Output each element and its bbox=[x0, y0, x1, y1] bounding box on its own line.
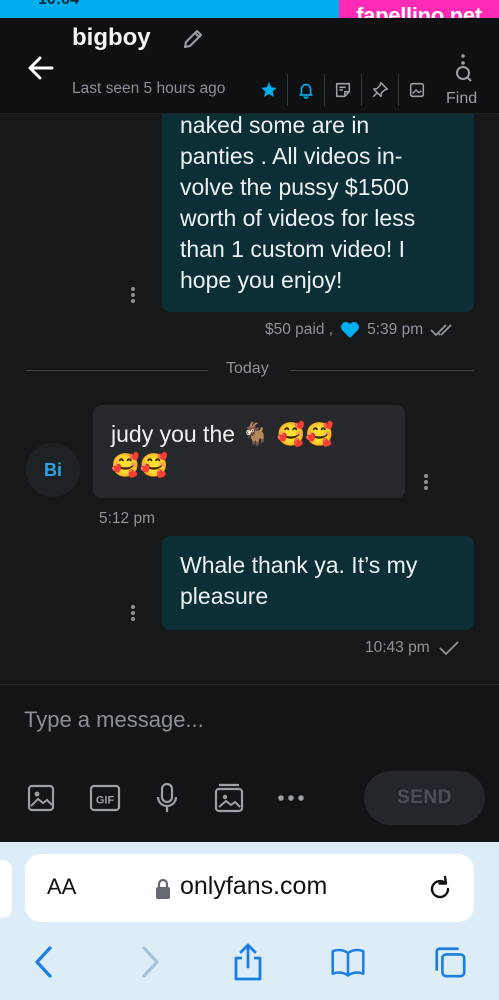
media-button[interactable] bbox=[398, 74, 435, 106]
send-button[interactable]: SEND bbox=[364, 771, 485, 825]
avatar[interactable]: Bi bbox=[26, 443, 80, 497]
incoming-message[interactable]: judy you the 🐐 🥰🥰 🥰🥰 bbox=[93, 405, 405, 498]
microphone-icon bbox=[156, 782, 178, 812]
browser-back-button[interactable] bbox=[26, 942, 62, 982]
search-icon bbox=[456, 54, 472, 82]
tabs-button[interactable] bbox=[432, 942, 468, 982]
outgoing-message[interactable]: naked some are in panties . All videos i… bbox=[162, 114, 474, 312]
message-time: 5:12 pm bbox=[99, 510, 156, 527]
find-label: Find bbox=[446, 90, 478, 107]
message-list[interactable]: naked some are in panties . All videos i… bbox=[0, 114, 499, 684]
message-line: naked some are in bbox=[180, 114, 370, 138]
tabs-icon bbox=[435, 947, 466, 978]
attach-image-button[interactable] bbox=[24, 781, 58, 815]
double-check-icon bbox=[430, 324, 452, 337]
chevron-right-icon bbox=[142, 946, 159, 978]
message-meta: 10:43 pm bbox=[365, 639, 462, 657]
back-button[interactable] bbox=[22, 48, 62, 88]
message-line: judy you the 🐐 🥰🥰 bbox=[111, 421, 334, 447]
message-line: Whale thank ya. It’s my bbox=[180, 552, 418, 578]
note-icon bbox=[335, 82, 351, 98]
reload-icon[interactable] bbox=[425, 874, 455, 904]
browser-forward-button[interactable] bbox=[132, 942, 168, 982]
bookmarks-button[interactable] bbox=[330, 942, 366, 982]
adjacent-tab-peek[interactable] bbox=[0, 860, 12, 918]
lock-icon bbox=[156, 878, 170, 899]
address-bar[interactable]: AA onlyfans.com bbox=[25, 854, 474, 922]
vault-button[interactable] bbox=[212, 781, 246, 815]
message-line: volve the pussy $1500 bbox=[180, 174, 409, 200]
reader-options-button[interactable]: AA bbox=[47, 874, 76, 900]
star-icon bbox=[260, 82, 277, 97]
url-text[interactable]: onlyfans.com bbox=[180, 872, 327, 901]
message-line: hope you enjoy! bbox=[180, 267, 343, 293]
voice-message-button[interactable] bbox=[150, 781, 184, 815]
message-options-icon[interactable] bbox=[419, 472, 433, 494]
check-icon bbox=[439, 641, 459, 656]
more-icon bbox=[278, 795, 304, 801]
bell-icon bbox=[299, 83, 313, 99]
share-icon bbox=[234, 943, 262, 981]
chat-header: bigboy Last seen 5 hours ago Find bbox=[0, 18, 499, 114]
message-line: than 1 custom video! I bbox=[180, 236, 406, 262]
paid-label: $50 paid , bbox=[265, 321, 334, 338]
message-line: 🥰🥰 bbox=[111, 452, 169, 478]
message-meta: $50 paid , 5:39 pm bbox=[265, 320, 459, 340]
image-icon bbox=[27, 784, 55, 812]
book-icon bbox=[331, 948, 365, 977]
reader-options-label: AA bbox=[47, 874, 77, 899]
notifications-button[interactable] bbox=[287, 74, 324, 106]
message-line: pleasure bbox=[180, 583, 269, 609]
gif-icon: GIF bbox=[89, 784, 121, 812]
message-options-icon[interactable] bbox=[126, 285, 140, 307]
message-line: worth of videos for less bbox=[180, 205, 416, 231]
image-icon bbox=[409, 82, 425, 98]
message-time: 5:39 pm bbox=[367, 321, 424, 338]
gif-button[interactable]: GIF bbox=[88, 781, 122, 815]
pin-button[interactable] bbox=[361, 74, 398, 106]
status-time: 10:04 bbox=[38, 0, 79, 9]
header-actions bbox=[250, 74, 435, 106]
chat-name[interactable]: bigboy bbox=[72, 24, 151, 52]
pin-icon bbox=[372, 82, 388, 98]
message-time: 10:43 pm bbox=[365, 639, 430, 656]
browser-toolbar: AA onlyfans.com bbox=[0, 842, 499, 1000]
chevron-left-icon bbox=[35, 946, 52, 978]
svg-text:GIF: GIF bbox=[96, 795, 115, 807]
heart-icon bbox=[341, 322, 360, 338]
message-line: panties . All videos in- bbox=[180, 143, 403, 169]
gallery-icon bbox=[214, 783, 244, 813]
more-options-button[interactable] bbox=[274, 781, 308, 815]
outgoing-message[interactable]: Whale thank ya. It’s my pleasure bbox=[162, 536, 474, 630]
edit-pencil-icon[interactable] bbox=[180, 26, 206, 52]
back-arrow-icon bbox=[28, 56, 54, 80]
last-seen-status: Last seen 5 hours ago bbox=[72, 80, 226, 97]
find-button[interactable]: Find bbox=[444, 52, 484, 108]
share-button[interactable] bbox=[230, 942, 266, 982]
message-composer: GIF SEND bbox=[0, 684, 499, 842]
notes-button[interactable] bbox=[324, 74, 361, 106]
date-divider: Today bbox=[26, 359, 474, 379]
date-divider-label: Today bbox=[226, 360, 269, 377]
favorite-button[interactable] bbox=[250, 74, 287, 106]
message-options-icon[interactable] bbox=[126, 603, 140, 625]
message-input[interactable] bbox=[24, 703, 474, 737]
